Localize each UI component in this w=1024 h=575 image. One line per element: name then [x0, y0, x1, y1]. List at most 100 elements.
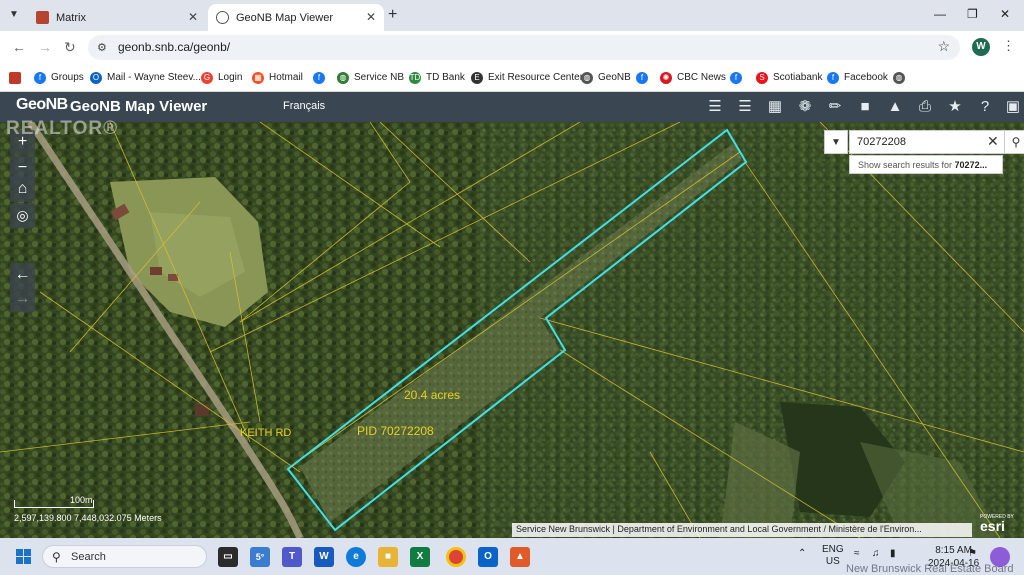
- search-suggestion[interactable]: Show search results for 70272...: [849, 155, 1003, 174]
- bookmark-item[interactable]: ▦ Hotmail: [252, 69, 303, 86]
- close-window-icon[interactable]: ✕: [1000, 7, 1010, 21]
- chrome-icon[interactable]: [446, 547, 466, 567]
- bookmark-item[interactable]: TD TD Bank: [409, 69, 465, 86]
- search-widget: ▼ ✕ ⚲ Show search results for 70272...: [824, 130, 1024, 175]
- draw-icon[interactable]: ■: [854, 97, 876, 117]
- help-icon[interactable]: ?: [974, 97, 996, 117]
- bookmark-item[interactable]: G Login: [201, 69, 242, 86]
- bookmark-item[interactable]: S Scotiabank: [756, 69, 822, 86]
- bookmark-item[interactable]: O Mail - Wayne Steev...: [90, 69, 201, 86]
- weather-widget[interactable]: 5°: [250, 547, 270, 567]
- address-bar[interactable]: ⚙ geonb.snb.ca/geonb/ ☆: [88, 35, 960, 60]
- task-view-icon[interactable]: ▭: [218, 547, 238, 567]
- taskbar-search[interactable]: ⚲ Search: [42, 545, 207, 568]
- browser-tab-strip: ▼ Matrix ✕ GeoNB Map Viewer ✕ + — ❐ ✕: [0, 0, 1024, 31]
- taskbar-search-label: Search: [71, 551, 106, 563]
- tab-geonb[interactable]: GeoNB Map Viewer ✕: [208, 4, 384, 31]
- google-icon: G: [201, 71, 213, 84]
- bookmark-item[interactable]: f Facebook: [827, 69, 888, 86]
- search-input[interactable]: [849, 130, 1005, 154]
- bookmark-star-icon[interactable]: ☆: [937, 38, 950, 55]
- browser-menu-icon[interactable]: ⋮: [1002, 38, 1015, 54]
- bookmark-item[interactable]: f: [730, 69, 747, 86]
- locate-button[interactable]: ◎: [10, 203, 35, 228]
- search-icon[interactable]: ⚲: [1004, 130, 1024, 154]
- bookmark-item[interactable]: E Exit Resource Center: [471, 69, 583, 86]
- excel-icon[interactable]: X: [410, 547, 430, 567]
- coordinates-readout: 2,597,139.800 7,448,032.075 Meters: [14, 513, 162, 523]
- url-text[interactable]: geonb.snb.ca/geonb/: [118, 40, 230, 54]
- export-icon[interactable]: ▲: [884, 97, 906, 117]
- bookmark-apps-icon[interactable]: [9, 69, 26, 86]
- globe-favicon-icon: [216, 11, 229, 24]
- share-icon[interactable]: ★: [944, 97, 966, 117]
- language-indicator[interactable]: ENG US: [822, 544, 844, 568]
- notification-bell-icon[interactable]: ⚑: [968, 548, 977, 559]
- facebook-icon: f: [827, 71, 839, 84]
- restore-icon[interactable]: ❐: [967, 7, 978, 21]
- bookmark-label: Facebook: [844, 72, 888, 83]
- facebook-icon: f: [636, 71, 648, 84]
- bookmark-item[interactable]: ✺ CBC News: [660, 69, 726, 86]
- facebook-icon: f: [34, 71, 46, 84]
- word-icon[interactable]: W: [314, 547, 334, 567]
- tab-close-icon[interactable]: ✕: [188, 10, 198, 24]
- bookmark-item[interactable]: f: [636, 69, 653, 86]
- teams-icon[interactable]: T: [282, 547, 302, 567]
- realtor-watermark: REALTOR®: [6, 118, 119, 139]
- previous-extent-button[interactable]: ←: [10, 263, 35, 288]
- tab-matrix[interactable]: Matrix ✕: [28, 4, 206, 31]
- outlook-icon: O: [90, 71, 102, 84]
- bookmark-item[interactable]: f Groups: [34, 69, 84, 86]
- board-watermark: New Brunswick Real Estate Board: [846, 563, 1014, 575]
- tab-search-menu-icon[interactable]: ▼: [4, 6, 24, 24]
- reload-icon[interactable]: ↻: [64, 39, 76, 56]
- windows-start-icon[interactable]: [16, 549, 31, 564]
- bookmark-item[interactable]: ◍: [893, 69, 910, 86]
- acreage-label: 20.4 acres: [404, 388, 461, 402]
- bookmark-item[interactable]: ◍ GeoNB: [581, 69, 631, 86]
- search-source-dropdown[interactable]: ▼: [824, 130, 848, 154]
- layers-icon[interactable]: ☰: [734, 97, 756, 117]
- microsoft-icon: ▦: [252, 71, 264, 84]
- clear-search-icon[interactable]: ✕: [987, 133, 999, 150]
- bookmark-label: Groups: [51, 72, 84, 83]
- aerial-imagery: [0, 122, 1024, 538]
- forward-icon[interactable]: →: [38, 39, 52, 55]
- battery-icon[interactable]: ▮: [890, 548, 896, 559]
- scale-label: 100m: [70, 495, 93, 505]
- facebook-icon: f: [730, 71, 742, 84]
- volume-icon[interactable]: ♫: [872, 548, 880, 559]
- outlook-icon[interactable]: O: [478, 547, 498, 567]
- site-info-icon[interactable]: ⚙: [97, 41, 107, 54]
- home-button[interactable]: ⌂: [10, 177, 35, 202]
- back-icon[interactable]: ←: [12, 39, 26, 55]
- app-title: GeoNB Map Viewer: [70, 98, 208, 115]
- bookmark-item[interactable]: f: [313, 69, 330, 86]
- globe-icon: ◍: [337, 71, 349, 84]
- minimize-icon[interactable]: —: [934, 7, 946, 21]
- language-link[interactable]: Français: [283, 100, 325, 112]
- palette-icon[interactable]: ❁: [794, 97, 816, 117]
- next-extent-button[interactable]: →: [10, 287, 35, 312]
- tab-close-icon[interactable]: ✕: [366, 10, 376, 24]
- image-icon[interactable]: ▣: [1002, 97, 1024, 117]
- map-view[interactable]: 20.4 acres PID 70272208 KEITH RD + − ⌂ ◎…: [0, 122, 1024, 538]
- new-tab-button[interactable]: +: [388, 6, 397, 24]
- basemap-icon[interactable]: ▦: [764, 97, 786, 117]
- wifi-icon[interactable]: ≈: [854, 548, 860, 559]
- tray-overflow-icon[interactable]: ⌃: [798, 548, 806, 559]
- app-icon[interactable]: ▲: [510, 547, 530, 567]
- profile-avatar[interactable]: W: [972, 38, 990, 56]
- bookmark-label: Mail - Wayne Steev...: [107, 72, 201, 83]
- suggestion-term: 70272...: [954, 160, 988, 170]
- print-icon[interactable]: ⎙: [914, 97, 936, 117]
- bookmark-label: CBC News: [677, 72, 726, 83]
- file-explorer-icon[interactable]: ■: [378, 547, 398, 567]
- bookmark-item[interactable]: ◍ Service NB: [337, 69, 404, 86]
- esri-logo: POWERED BY esri: [980, 514, 1014, 534]
- list-icon[interactable]: ☰: [704, 97, 726, 117]
- edge-icon[interactable]: e: [346, 547, 366, 567]
- geonb-logo: GeoNB: [16, 96, 68, 113]
- measure-icon[interactable]: ✏: [824, 97, 846, 117]
